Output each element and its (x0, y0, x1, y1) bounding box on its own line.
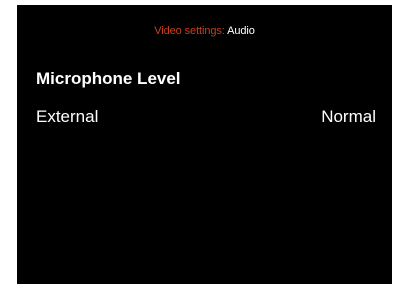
settings-screen: Video settings: Audio Microphone Level E… (17, 5, 392, 284)
breadcrumb-current: Audio (227, 25, 255, 37)
setting-label: External (36, 107, 99, 126)
section-title: Microphone Level (36, 69, 181, 88)
breadcrumb-parent: Video settings: (154, 25, 225, 37)
breadcrumb: Video settings: Audio (17, 25, 392, 37)
setting-row-external[interactable]: External Normal (36, 106, 376, 128)
setting-value: Normal (321, 107, 376, 126)
